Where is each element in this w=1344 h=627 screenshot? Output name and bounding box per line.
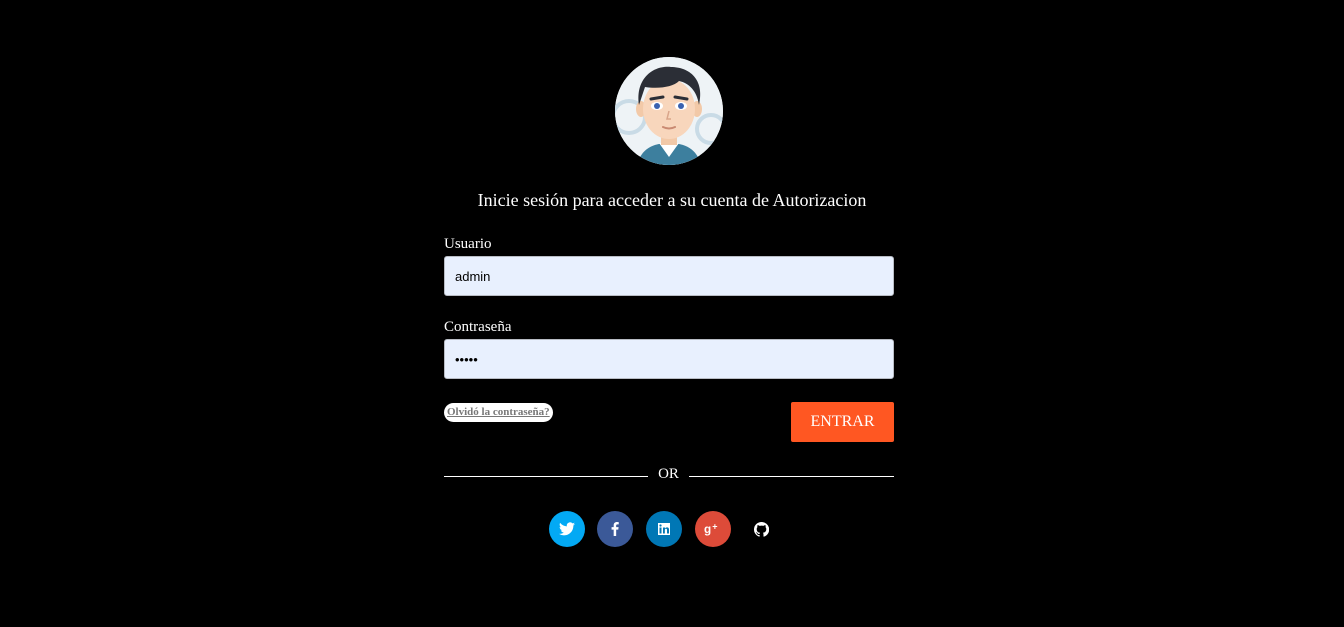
password-label: Contraseña xyxy=(444,319,512,335)
login-button[interactable]: ENTRAR xyxy=(791,402,894,442)
svg-text:+: + xyxy=(712,522,717,532)
google-plus-icon: g + xyxy=(704,522,718,536)
page-title: Inicie sesión para acceder a su cuenta d… xyxy=(477,190,867,210)
password-field[interactable] xyxy=(444,339,894,379)
facebook-button[interactable] xyxy=(597,511,633,547)
linkedin-button[interactable] xyxy=(646,511,682,547)
avatar-illustration xyxy=(615,57,723,165)
svg-text:g: g xyxy=(704,523,711,536)
username-label: Usuario xyxy=(444,236,492,252)
twitter-icon xyxy=(559,522,575,536)
username-field[interactable] xyxy=(444,256,894,296)
linkedin-icon xyxy=(658,523,670,535)
github-icon xyxy=(753,521,769,537)
divider-left xyxy=(444,476,648,477)
google-plus-button[interactable]: g + xyxy=(695,511,731,547)
divider-text: OR xyxy=(658,466,679,482)
twitter-button[interactable] xyxy=(549,511,585,547)
forgot-password-link[interactable]: Olvidó la contraseña? xyxy=(444,403,553,422)
divider-right xyxy=(689,476,894,477)
facebook-icon xyxy=(611,522,619,536)
github-button[interactable] xyxy=(743,511,779,547)
avatar xyxy=(615,57,723,165)
